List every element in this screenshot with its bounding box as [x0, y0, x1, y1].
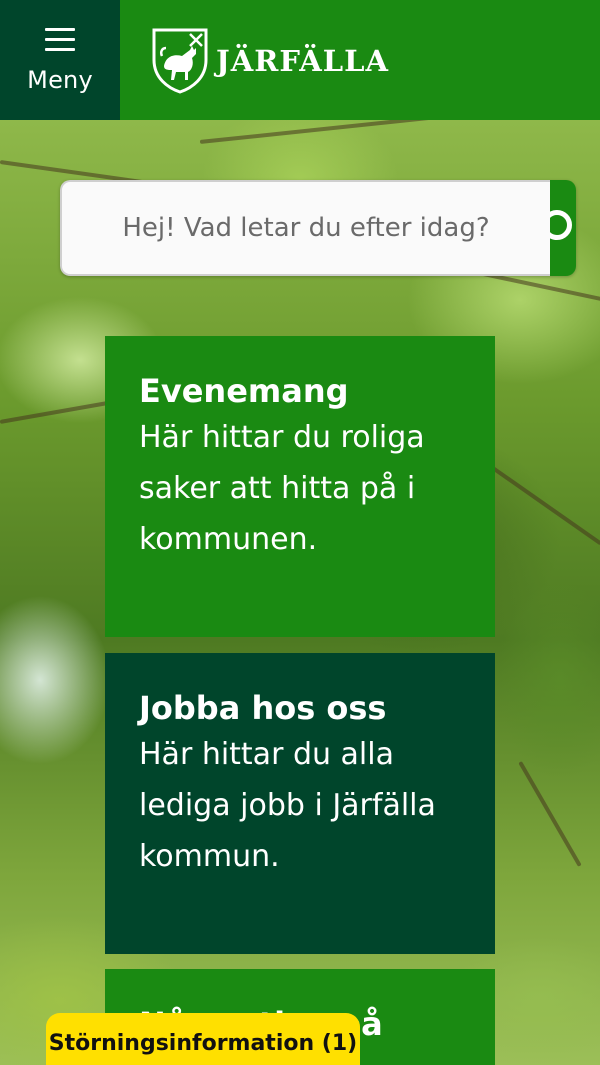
- search-bar: [60, 180, 576, 276]
- search-icon: [550, 210, 572, 240]
- logo-text: JÄRFÄLLA: [216, 44, 389, 78]
- search-input[interactable]: [60, 180, 550, 276]
- menu-label: Meny: [27, 66, 93, 94]
- site-logo-link[interactable]: JÄRFÄLLA: [150, 0, 389, 120]
- site-header: Meny JÄRFÄLLA: [0, 0, 600, 120]
- card-title: Jobba hos oss: [139, 689, 387, 727]
- search-button[interactable]: [550, 180, 576, 276]
- card-text: Här hittar du alla lediga jobb i Järfäll…: [139, 737, 436, 874]
- hamburger-icon: [45, 28, 75, 52]
- disruption-info-button[interactable]: Störningsinformation (1): [46, 1013, 360, 1065]
- coat-of-arms-icon: [152, 28, 208, 94]
- card-jobba-hos-oss[interactable]: Jobba hos oss Här hittar du alla lediga …: [105, 653, 495, 954]
- menu-button[interactable]: Meny: [0, 0, 120, 120]
- card-title: Evenemang: [139, 372, 349, 410]
- card-evenemang[interactable]: Evenemang Här hittar du roliga saker att…: [105, 336, 495, 637]
- card-text: Här hittar du roliga saker att hitta på …: [139, 420, 425, 557]
